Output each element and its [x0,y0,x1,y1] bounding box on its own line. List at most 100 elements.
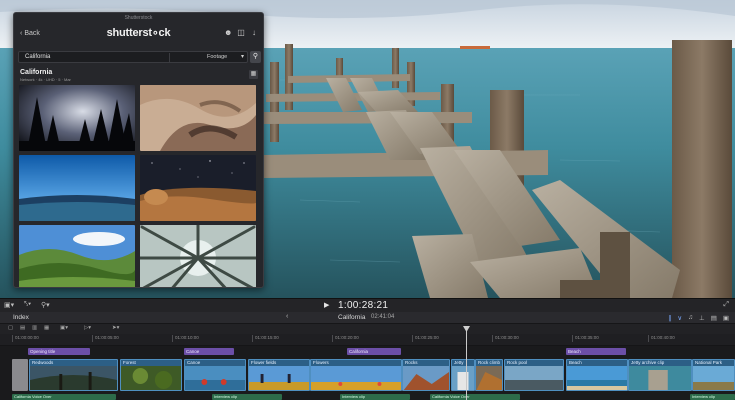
clip-filmstrip [249,366,309,390]
search-divider [169,53,170,62]
clip-label: Flower fields [251,360,277,365]
clip-appearance-icon[interactable]: ▤ [711,314,717,322]
thumbnail-tree-canopy[interactable] [140,225,256,287]
effects-icon[interactable]: ⚲▾ [41,301,50,309]
results-title: California [20,69,53,76]
video-clip[interactable]: Forest [120,359,182,391]
video-clip[interactable]: Rock pool [504,359,564,391]
download-icon[interactable]: ↓ [250,29,258,37]
playhead[interactable] [466,328,467,400]
video-clip[interactable]: Rocks [402,359,450,391]
transform-icon[interactable]: ⤣▾ [24,301,31,309]
ruler-tick: 01:00:05:00 [92,335,119,342]
timeline-toolbar: ▢ ▤ ▥ ▦ ▣▾ ▷▾ ➤▾ [0,324,735,334]
clip-filmstrip [693,366,734,390]
clip-label: Rocks [405,360,418,365]
clip-filmstrip [567,366,627,390]
search-input[interactable]: California [25,54,50,60]
overwrite-clip-icon[interactable]: ▦ [44,325,49,331]
audio-clip[interactable]: Interview clip [212,394,282,400]
clip-label: Flowers [313,360,329,365]
video-clip[interactable]: Beach [566,359,628,391]
ruler-tick: 01:00:30:00 [492,335,519,342]
video-clip[interactable]: Jetty [451,359,475,391]
timeline-ruler[interactable]: 01:00:00:00 01:00:05:00 01:00:10:00 01:0… [0,334,735,346]
audio-clip[interactable]: California Voice Over [430,394,520,400]
clip-label: Redwoods [32,360,54,365]
video-clip[interactable]: Redwoods [29,359,118,391]
thumbnail-night-trees[interactable] [19,85,135,151]
viewer-tools-right: ⤢ [723,301,729,309]
clip-filmstrip [121,366,181,390]
snapping-icon[interactable]: ⊥ [699,314,705,322]
shutterstock-panel: Shutterstock ‹ Back shutterst∘ck ☻ ◫ ↓ Ca… [13,12,264,288]
clip-label: Rock pool [507,360,528,365]
video-clip[interactable]: Canoe [184,359,246,391]
project-duration: 02:41:04 [371,314,395,320]
ruler-tick: 01:00:00:00 [12,335,39,342]
thumbnail-blue-sky-horizon[interactable] [19,155,135,221]
search-bar: California Footage ▾ [18,51,248,63]
clip-filmstrip [629,366,691,390]
headphones-icon[interactable]: ♫ [688,314,693,322]
clip-label: Jetty archive clip [631,360,665,365]
results-grid [19,85,260,287]
timeline-tracks[interactable]: Opening title Canoe California Beach Red… [0,346,735,400]
search-button[interactable]: ⚲ [250,51,261,63]
skimming-icon[interactable]: ∥ [668,314,671,322]
append-clip-icon[interactable]: ▥ [32,325,37,331]
title-clip[interactable]: Canoe [184,348,234,355]
clip-label: Rock climb [478,360,501,365]
insert-clip-icon[interactable]: ▤ [20,325,25,331]
ruler-tick: 01:00:10:00 [172,335,199,342]
video-clip[interactable]: Flower fields [248,359,310,391]
app-window: Shutterstock ‹ Back shutterst∘ck ☻ ◫ ↓ Ca… [0,0,735,400]
media-type-select[interactable]: Footage [207,54,227,60]
title-clip[interactable]: Opening title [28,348,90,355]
clip-filmstrip [311,366,401,390]
thumbnail-green-hills[interactable] [19,225,135,287]
video-clip[interactable]: Rock climb [475,359,503,391]
clip-label: Canoe [187,360,201,365]
panel-header: ‹ Back shutterst∘ck ☻ ◫ ↓ [14,23,263,47]
connect-clip-icon[interactable]: ▢ [8,325,13,331]
audio-clip[interactable]: Interview clip [690,394,735,400]
account-icon[interactable]: ☻ [224,29,232,37]
video-clip[interactable]: National Park [692,359,735,391]
title-clip[interactable]: California [347,348,401,355]
audio-clip[interactable]: Interview clip [340,394,410,400]
header-icons: ☻ ◫ ↓ [224,29,258,37]
effects-browser-icon[interactable]: ▣ [723,314,729,322]
clip-filmstrip [30,366,117,390]
clip-label: National Park [695,360,723,365]
select-tool-icon[interactable]: ➤▾ [112,325,119,331]
timecode-display[interactable]: 1:00:28:21 [338,300,388,311]
ruler-tick: 01:00:25:00 [412,335,439,342]
view-options-icon[interactable]: ▣▾ [4,301,14,309]
fullscreen-icon[interactable]: ⤢ [723,301,729,309]
video-clip[interactable]: Flowers [310,359,402,391]
thumbnail-sand-dunes[interactable] [140,85,256,151]
audio-clip[interactable]: California Voice Over [12,394,116,400]
grid-view-icon[interactable]: ▦ [249,70,258,79]
folder-icon[interactable]: ◫ [237,29,245,37]
title-clip[interactable]: Beach [566,348,626,355]
index-button[interactable]: Index [13,314,29,321]
play-button[interactable]: ▶ [324,301,329,309]
search-icon: ⚲ [252,53,259,60]
chevron-down-icon[interactable]: ▾ [241,53,244,60]
thumbnail-starry-desert[interactable] [140,155,256,221]
gap-clip[interactable] [12,359,28,391]
clip-filmstrip [476,366,502,390]
trim-tool-icon[interactable]: ▷▾ [84,325,91,331]
clip-label: Jetty [454,360,464,365]
history-back-icon[interactable]: ‹ [286,313,288,320]
clip-dropdown-icon[interactable]: ▣▾ [60,325,68,331]
audio-skimming-icon[interactable]: ∨ [677,314,682,322]
ruler-tick: 01:00:35:00 [572,335,599,342]
panel-window-title: Shutterstock [124,15,153,21]
ruler-tick: 01:00:15:00 [252,335,279,342]
clip-filmstrip [185,366,245,390]
results-info: Network · 4k · UHD · 5 · Mar [20,77,71,82]
video-clip[interactable]: Jetty archive clip [628,359,692,391]
